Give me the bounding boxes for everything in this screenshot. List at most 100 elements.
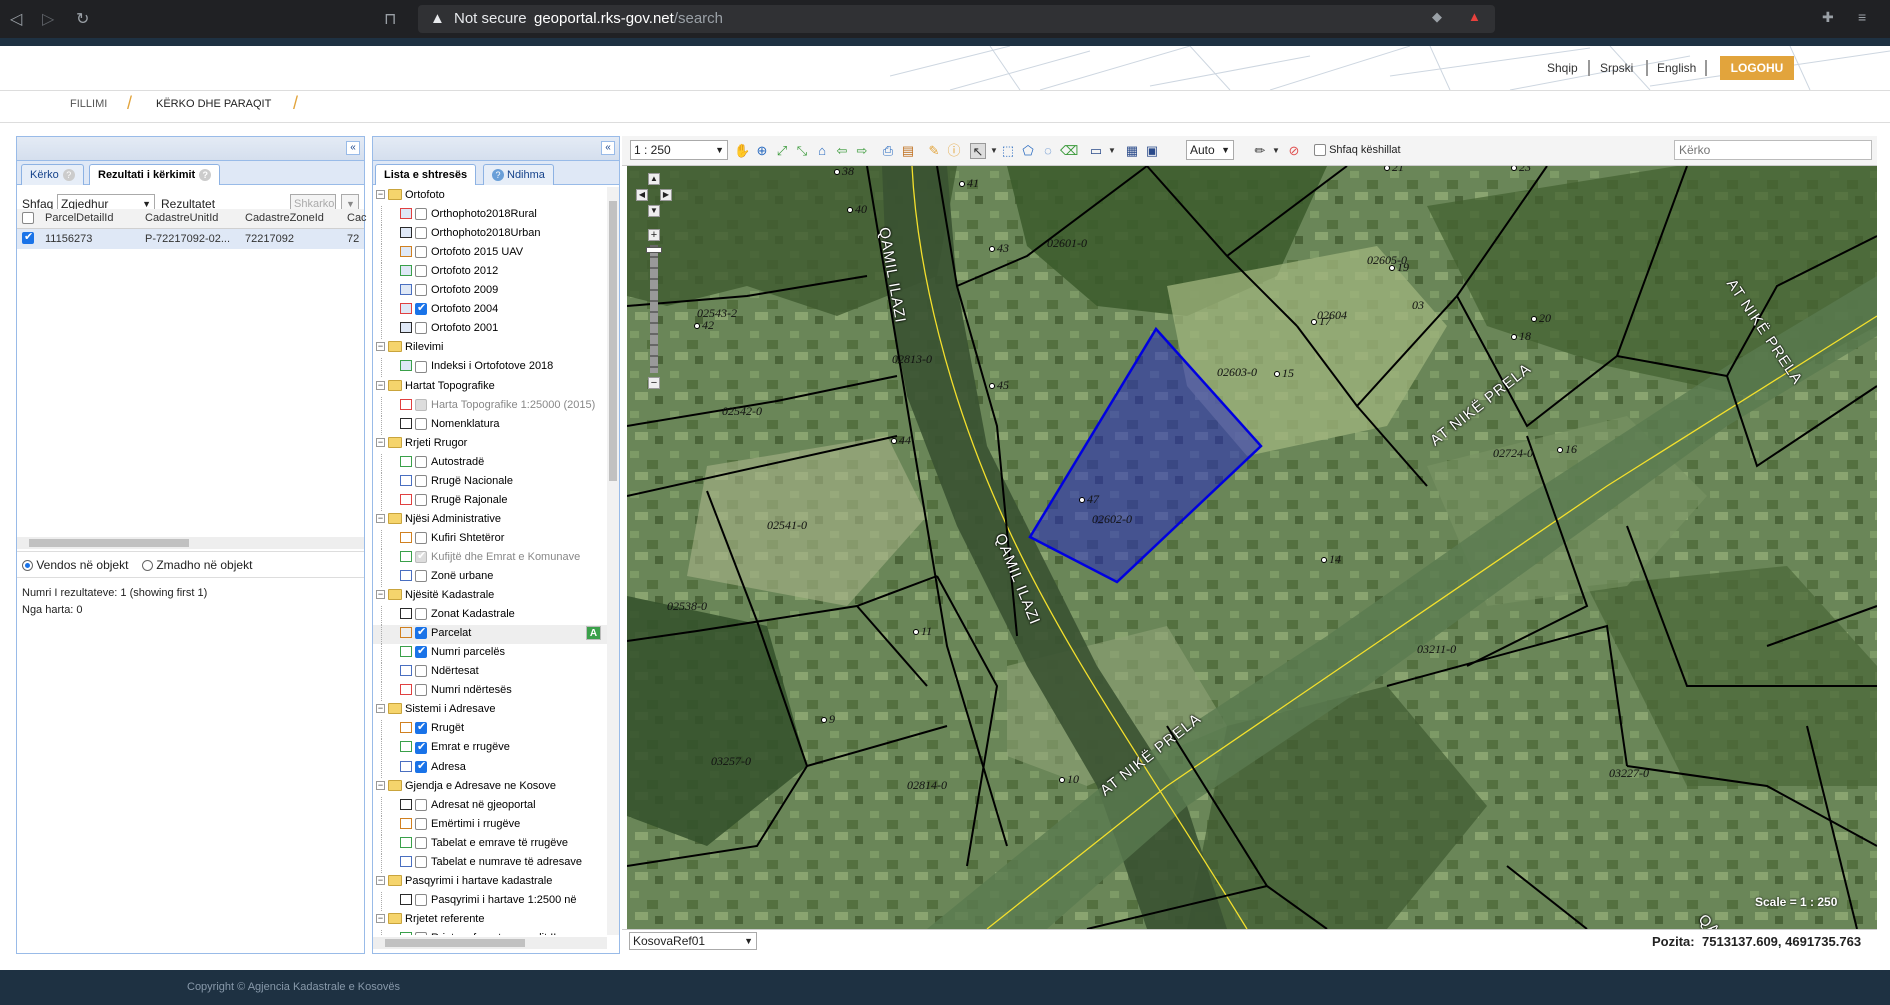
row-checkbox[interactable] bbox=[22, 230, 34, 245]
radio-zoom-to-object[interactable]: Zmadho në objekt bbox=[142, 558, 252, 572]
collapse-left-button[interactable]: « bbox=[346, 141, 360, 155]
select-rect-icon[interactable]: ⬚ bbox=[1000, 143, 1016, 159]
layers-hscrollbar[interactable] bbox=[373, 937, 607, 949]
col-cadastre-zone-id[interactable]: CadastreZoneId bbox=[245, 212, 324, 224]
forward-icon[interactable]: ▷ bbox=[42, 9, 54, 29]
expand-toggle-icon[interactable]: − bbox=[376, 913, 385, 923]
zoom-extent-icon[interactable]: ⤢ bbox=[774, 143, 790, 159]
layer-checkbox[interactable] bbox=[415, 455, 427, 468]
layer-checkbox[interactable] bbox=[415, 531, 427, 544]
layer-checkbox[interactable] bbox=[415, 720, 427, 735]
legend-icon[interactable]: A bbox=[586, 626, 601, 641]
layer-checkbox[interactable] bbox=[415, 836, 427, 849]
layer-checkbox[interactable] bbox=[415, 360, 427, 373]
crs-select[interactable]: KosovaRef01 ▼ bbox=[629, 932, 757, 950]
col-cadastre[interactable]: Cac bbox=[347, 212, 367, 224]
layer-checkbox[interactable] bbox=[415, 398, 427, 411]
export-icon[interactable]: ▤ bbox=[900, 143, 916, 159]
extensions-icon[interactable]: ✚ bbox=[1822, 9, 1834, 26]
home-icon[interactable]: ⌂ bbox=[814, 143, 830, 159]
brave-shield-icon[interactable]: ◆ bbox=[1432, 9, 1442, 25]
layer-checkbox[interactable] bbox=[415, 798, 427, 811]
col-parcel-detail-id[interactable]: ParcelDetailId bbox=[45, 212, 113, 224]
layer-checkbox[interactable] bbox=[415, 493, 427, 506]
auto-select[interactable]: Auto ▼ bbox=[1186, 140, 1234, 160]
print-icon[interactable]: ⎙ bbox=[880, 143, 896, 159]
tab-layer-list[interactable]: Lista e shtresës bbox=[375, 164, 477, 185]
table-row[interactable]: 11156273 P-72217092-02... 72217092 72 bbox=[17, 229, 364, 249]
lang-srpski[interactable]: Srpski bbox=[1600, 61, 1633, 75]
lang-english[interactable]: English bbox=[1657, 61, 1696, 75]
pan-right-button[interactable]: ▶ bbox=[660, 189, 672, 201]
layer-checkbox[interactable] bbox=[415, 417, 427, 430]
layer-checkbox[interactable] bbox=[415, 893, 427, 906]
layer-checkbox[interactable] bbox=[415, 644, 427, 659]
layer-checkbox[interactable] bbox=[415, 759, 427, 773]
select-circle-icon[interactable]: ◌ bbox=[1040, 143, 1056, 159]
measure-icon[interactable]: ▭ bbox=[1088, 143, 1104, 159]
clear-selection-icon[interactable]: ⌫ bbox=[1060, 143, 1078, 159]
layer-checkbox[interactable] bbox=[415, 570, 427, 583]
zoom-slider[interactable] bbox=[650, 245, 658, 373]
layer-checkbox[interactable] bbox=[415, 608, 427, 621]
tab-search-results[interactable]: Rezultati i kërkimit? bbox=[89, 164, 221, 185]
expand-toggle-icon[interactable]: − bbox=[376, 513, 385, 523]
pan-up-button[interactable]: ▲ bbox=[648, 173, 660, 185]
reload-icon[interactable]: ↻ bbox=[76, 9, 89, 29]
map-search-input[interactable] bbox=[1674, 140, 1872, 160]
pan-left-button[interactable]: ◀ bbox=[636, 189, 648, 201]
login-button[interactable]: LOGOHU bbox=[1720, 56, 1794, 80]
select-poly-icon[interactable]: ⬠ bbox=[1020, 143, 1036, 159]
tab-search[interactable]: Kërko? bbox=[21, 164, 84, 185]
layer-checkbox[interactable] bbox=[415, 740, 427, 754]
expand-toggle-icon[interactable]: − bbox=[376, 875, 385, 885]
layer-checkbox[interactable] bbox=[415, 665, 427, 678]
layer-checkbox[interactable] bbox=[415, 265, 427, 278]
layer-checkbox[interactable] bbox=[415, 301, 427, 316]
delete-drawing-icon[interactable]: ⊘ bbox=[1286, 143, 1302, 159]
next-extent-icon[interactable]: ⇨ bbox=[854, 143, 870, 159]
overview-icon[interactable]: ▣ bbox=[1144, 143, 1160, 159]
zoom-full-icon[interactable]: ⤡ bbox=[794, 143, 810, 159]
layer-item[interactable]: Parcelat A bbox=[373, 625, 607, 645]
layers-switch-icon[interactable]: ▦ bbox=[1124, 143, 1140, 159]
layer-checkbox[interactable] bbox=[415, 855, 427, 868]
select-all-checkbox[interactable] bbox=[22, 212, 34, 225]
layer-checkbox[interactable] bbox=[415, 322, 427, 335]
map-canvas[interactable] bbox=[627, 166, 1877, 929]
layer-checkbox[interactable] bbox=[415, 208, 427, 221]
chevron-down-icon[interactable]: ▼ bbox=[1104, 143, 1120, 159]
show-tips-checkbox[interactable]: Shfaq këshillat bbox=[1314, 144, 1401, 157]
expand-toggle-icon[interactable]: − bbox=[376, 780, 385, 790]
expand-toggle-icon[interactable]: − bbox=[376, 380, 385, 390]
radio-place-on-object[interactable]: Vendos në objekt bbox=[22, 558, 128, 572]
expand-toggle-icon[interactable]: − bbox=[376, 590, 385, 600]
breadcrumb-home[interactable]: FILLIMI bbox=[70, 98, 107, 110]
select-arrow-icon[interactable]: ↖ bbox=[970, 143, 986, 159]
layer-checkbox[interactable] bbox=[415, 549, 427, 564]
back-icon[interactable]: ◁ bbox=[10, 9, 22, 29]
layer-checkbox[interactable] bbox=[415, 817, 427, 830]
expand-toggle-icon[interactable]: − bbox=[376, 190, 385, 199]
zoom-in-button[interactable]: + bbox=[648, 229, 660, 241]
expand-toggle-icon[interactable]: − bbox=[376, 704, 385, 714]
chevron-down-icon[interactable]: ▼ bbox=[1268, 143, 1284, 159]
results-scrollbar[interactable] bbox=[17, 537, 364, 549]
layer-checkbox[interactable] bbox=[415, 932, 427, 935]
expand-toggle-icon[interactable]: − bbox=[376, 342, 385, 352]
comment-icon[interactable]: ✎ bbox=[926, 143, 942, 159]
lang-shqip[interactable]: Shqip bbox=[1547, 61, 1578, 75]
pan-down-button[interactable]: ▼ bbox=[648, 205, 660, 217]
bookmark-icon[interactable]: ⊓ bbox=[384, 9, 396, 29]
col-cadastre-unit-id[interactable]: CadastreUnitId bbox=[145, 212, 218, 224]
map-view[interactable]: 38 41 40 43 02601-0 02605-0 19 02543-2 42 02813-0… bbox=[627, 166, 1877, 929]
layer-checkbox[interactable] bbox=[415, 246, 427, 259]
scale-select[interactable]: 1 : 250 ▼ bbox=[630, 140, 728, 160]
zoom-box-icon[interactable]: ⊕ bbox=[754, 143, 770, 159]
address-bar[interactable]: ▲ Not secure geoportal.rks-gov.net/searc… bbox=[418, 5, 1495, 33]
layer-checkbox[interactable] bbox=[415, 227, 427, 240]
tab-help[interactable]: ? Ndihma bbox=[483, 164, 554, 185]
identify-icon[interactable]: ⓘ bbox=[946, 143, 962, 159]
zoom-slider-handle[interactable] bbox=[646, 247, 662, 253]
layers-scrollbar[interactable] bbox=[607, 187, 619, 935]
